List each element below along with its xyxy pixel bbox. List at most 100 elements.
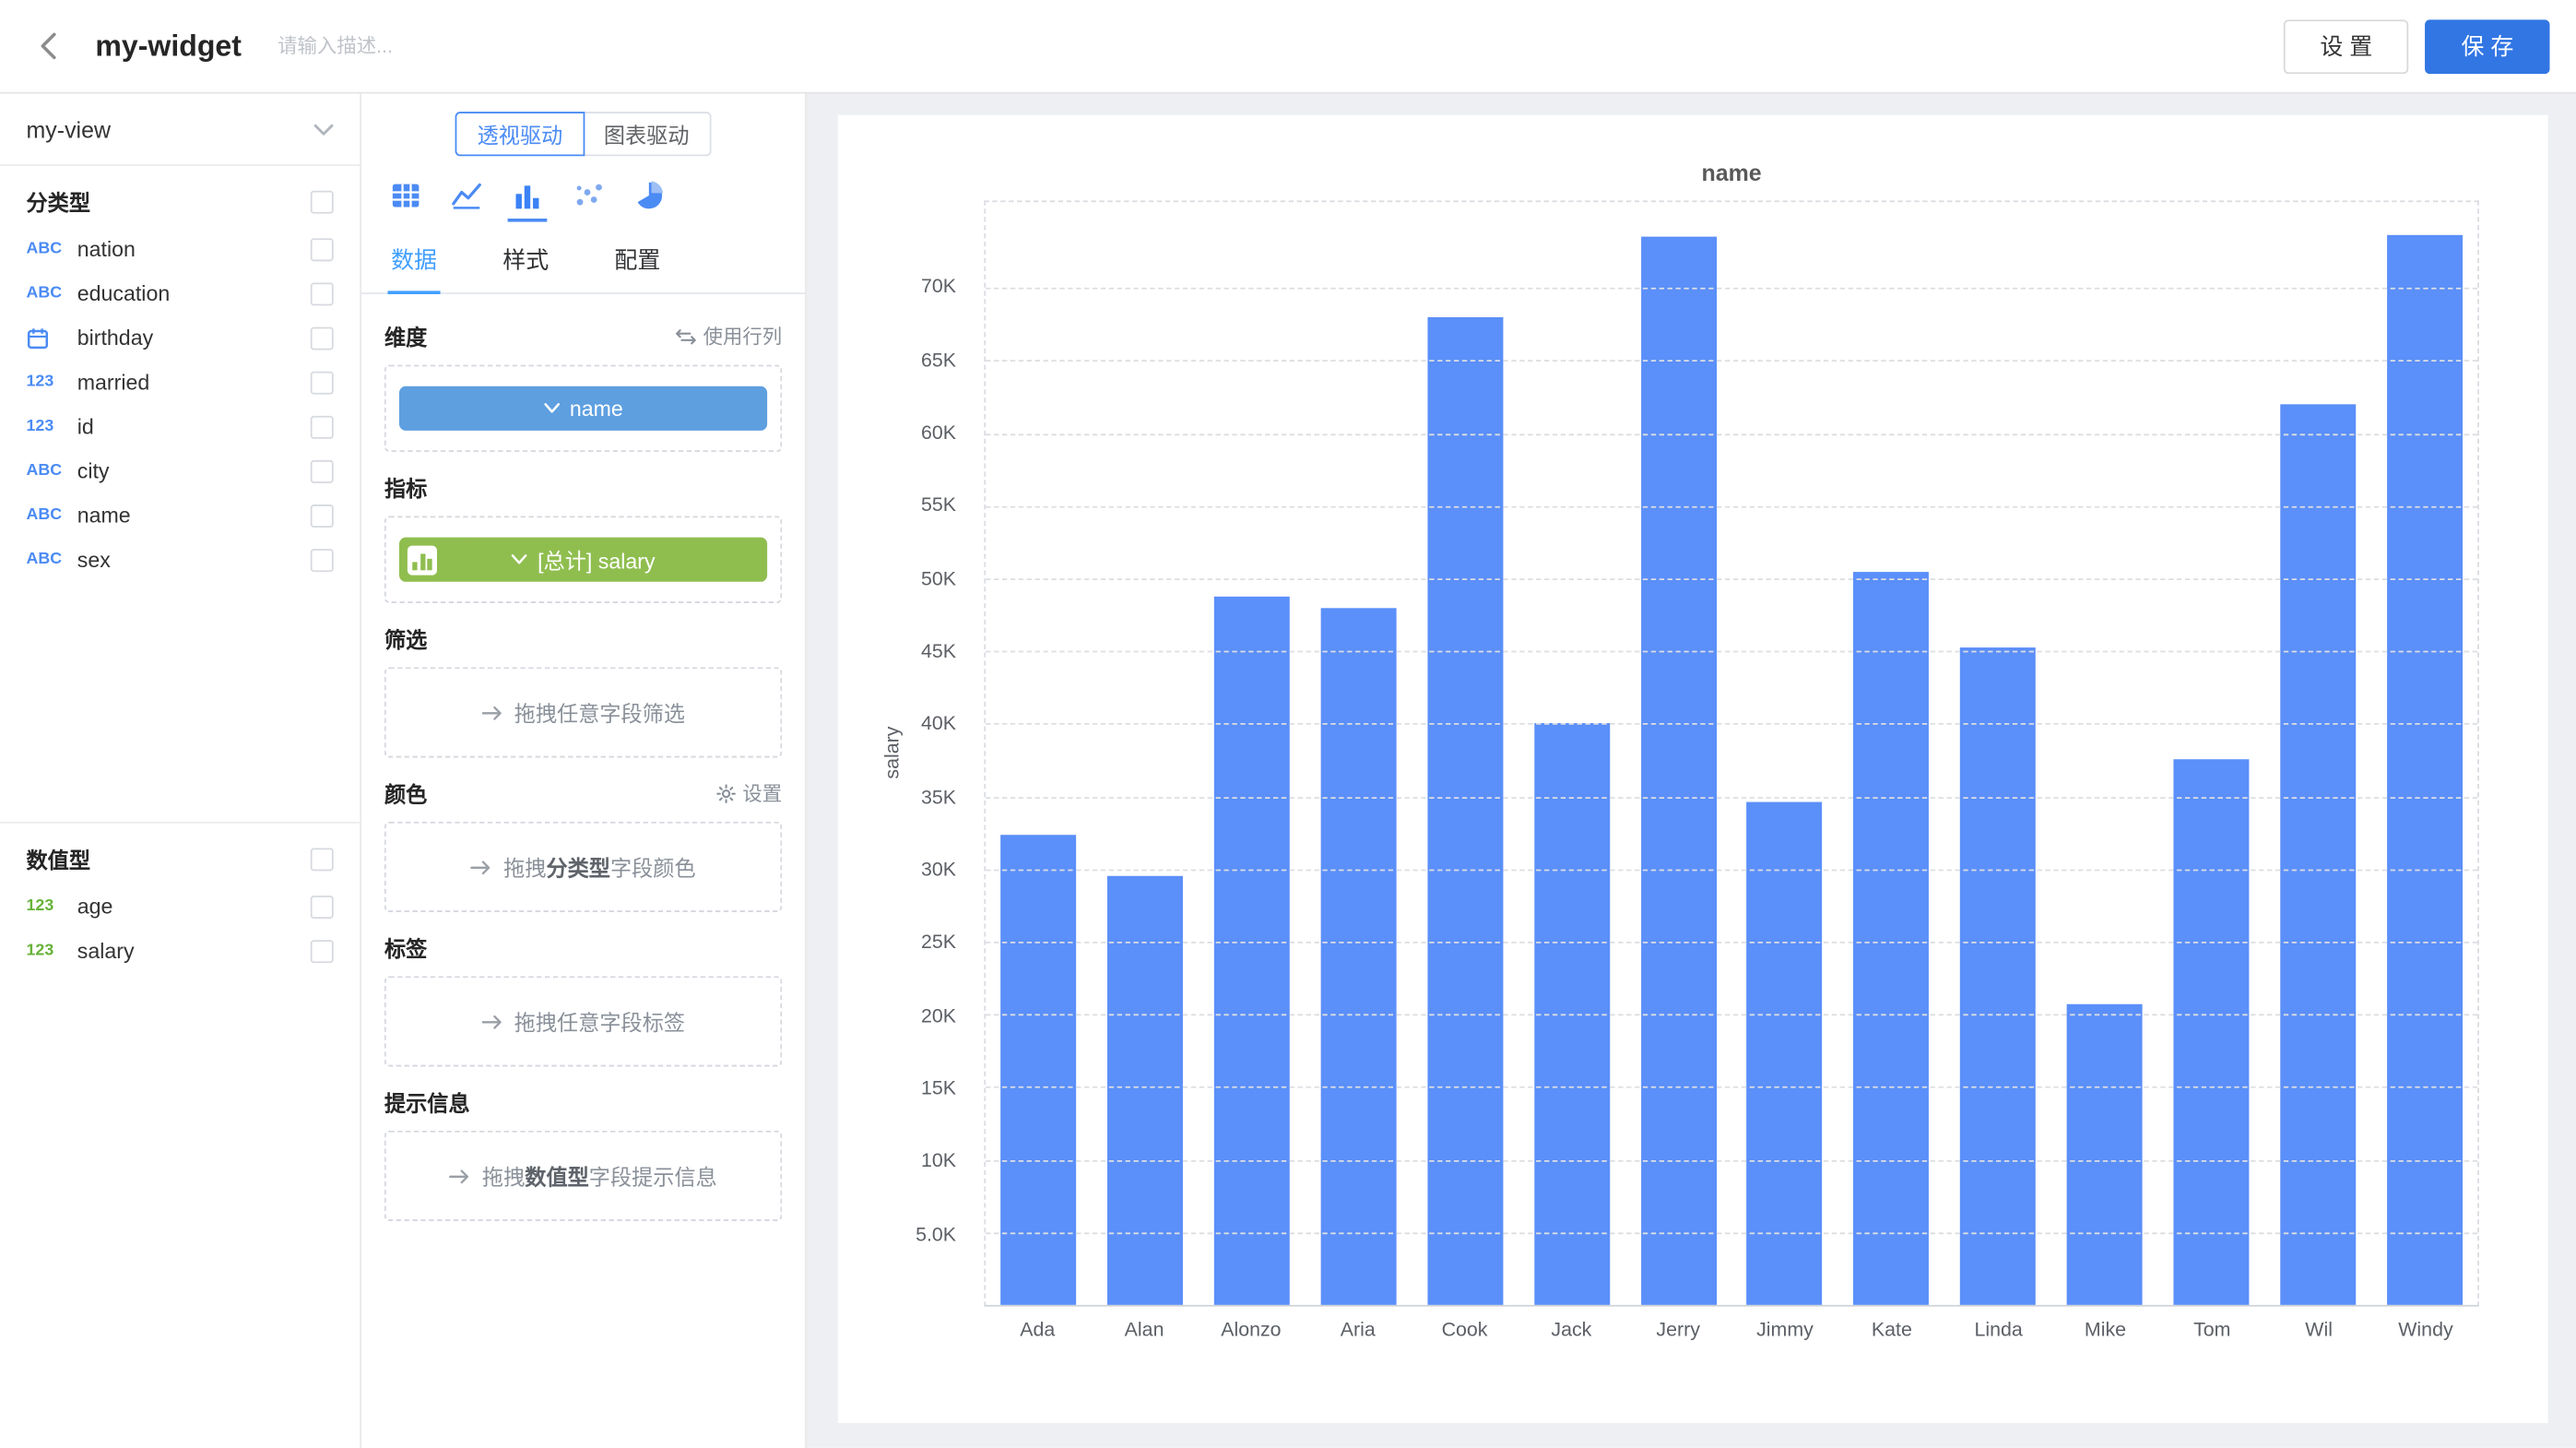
- field-checkbox[interactable]: [311, 939, 334, 962]
- tab-data[interactable]: 数据: [388, 229, 441, 294]
- bar-tom[interactable]: [2173, 759, 2249, 1305]
- bar-band: [2371, 202, 2478, 1305]
- chart-driver-button[interactable]: 图表驱动: [583, 112, 711, 156]
- tooltip-dropzone[interactable]: 拖拽数值型字段提示信息: [384, 1131, 782, 1221]
- settings-button[interactable]: 设 置: [2284, 18, 2408, 73]
- x-tick-label: Jimmy: [1731, 1318, 1838, 1341]
- arrow-right-icon: [449, 1168, 470, 1184]
- bar-band: [1944, 202, 2051, 1305]
- field-checkbox[interactable]: [311, 459, 334, 482]
- x-tick-label: Ada: [984, 1318, 1091, 1341]
- filter-row-label: 筛选: [384, 623, 782, 654]
- y-tick-label: 30K: [921, 858, 956, 881]
- tag-dropzone[interactable]: 拖拽任意字段标签: [384, 976, 782, 1066]
- tag-placeholder-text: 拖拽任意字段标签: [514, 1006, 685, 1038]
- bar-aria[interactable]: [1321, 608, 1397, 1305]
- x-tick-label: Wil: [2265, 1318, 2372, 1341]
- bar-alan[interactable]: [1107, 876, 1183, 1305]
- tab-config[interactable]: 配置: [611, 229, 664, 292]
- tab-style[interactable]: 样式: [500, 229, 552, 292]
- bar-band: [986, 202, 1093, 1305]
- field-checkbox[interactable]: [311, 371, 334, 394]
- field-name: married: [77, 370, 311, 395]
- description-input[interactable]: [278, 34, 639, 57]
- field-checkbox[interactable]: [311, 237, 334, 260]
- bar-linda[interactable]: [1960, 648, 2036, 1305]
- field-checkbox[interactable]: [311, 895, 334, 918]
- field-row-married[interactable]: 123 married: [0, 360, 360, 404]
- categorical-section-title: 分类型: [27, 185, 91, 217]
- tooltip-placeholder-text: 拖拽数值型字段提示信息: [482, 1160, 717, 1192]
- numeric-section-header: 数值型: [0, 824, 360, 884]
- field-checkbox[interactable]: [311, 504, 334, 527]
- field-row-id[interactable]: 123 id: [0, 404, 360, 448]
- field-row-city[interactable]: ABC city: [0, 448, 360, 493]
- categorical-section: 分类型 ABC nation ABC education: [0, 166, 360, 582]
- pivot-driver-button[interactable]: 透视驱动: [455, 112, 584, 156]
- bar-band: [2051, 202, 2158, 1305]
- field-checkbox[interactable]: [311, 282, 334, 305]
- color-placeholder: 拖拽分类型字段颜色: [470, 851, 695, 883]
- bar-kate[interactable]: [1853, 571, 1929, 1305]
- metric-chip-salary[interactable]: [总计] salary: [399, 538, 767, 582]
- x-tick-label: Kate: [1838, 1318, 1945, 1341]
- field-row-age[interactable]: 123 age: [0, 884, 360, 929]
- use-rows-cols-link[interactable]: 使用行列: [675, 322, 782, 350]
- color-dropzone[interactable]: 拖拽分类型字段颜色: [384, 822, 782, 912]
- bar-band: [2157, 202, 2264, 1305]
- tooltip-label: 提示信息: [384, 1086, 470, 1118]
- arrow-right-icon: [481, 1014, 502, 1030]
- metric-chip-label: [总计] salary: [538, 544, 655, 576]
- tag-label: 标签: [384, 932, 427, 963]
- line-chart-icon[interactable]: [448, 177, 484, 213]
- field-row-birthday[interactable]: birthday: [0, 315, 360, 360]
- bar-jerry[interactable]: [1640, 237, 1716, 1305]
- x-tick-label: Linda: [1945, 1318, 2052, 1341]
- field-checkbox[interactable]: [311, 415, 334, 438]
- bar-wil[interactable]: [2280, 404, 2356, 1305]
- dimension-dropzone[interactable]: name: [384, 365, 782, 452]
- bar-ada[interactable]: [1001, 836, 1077, 1305]
- field-row-salary[interactable]: 123 salary: [0, 929, 360, 973]
- bar-windy[interactable]: [2386, 235, 2462, 1304]
- gear-icon: [716, 783, 736, 802]
- dimension-label: 维度: [384, 320, 427, 351]
- field-checkbox[interactable]: [311, 326, 334, 350]
- filter-placeholder-text: 拖拽任意字段筛选: [514, 697, 685, 729]
- back-button[interactable]: [27, 23, 73, 69]
- filter-dropzone[interactable]: 拖拽任意字段筛选: [384, 667, 782, 757]
- field-row-education[interactable]: ABC education: [0, 271, 360, 315]
- bar-cook[interactable]: [1427, 317, 1503, 1305]
- dimension-chip-name[interactable]: name: [399, 386, 767, 431]
- field-row-sex[interactable]: ABC sex: [0, 538, 360, 582]
- gridline: [986, 942, 2477, 944]
- bar-band: [1412, 202, 1518, 1305]
- number-type-icon: 123: [27, 373, 77, 391]
- field-checkbox[interactable]: [311, 548, 334, 571]
- view-selector[interactable]: my-view: [0, 94, 360, 166]
- gridline: [986, 361, 2477, 362]
- bar-mike[interactable]: [2067, 1004, 2143, 1305]
- x-tick-label: Mike: [2052, 1318, 2159, 1341]
- save-button[interactable]: 保 存: [2425, 18, 2549, 73]
- bar-jimmy[interactable]: [1747, 802, 1823, 1305]
- bar-alonzo[interactable]: [1214, 598, 1290, 1305]
- header-actions: 设 置 保 存: [2284, 18, 2549, 73]
- field-name: salary: [77, 938, 311, 963]
- categorical-section-header: 分类型: [0, 166, 360, 227]
- numeric-select-all-checkbox[interactable]: [311, 848, 334, 871]
- text-type-icon: ABC: [27, 506, 77, 525]
- metric-dropzone[interactable]: [总计] salary: [384, 516, 782, 603]
- table-chart-icon[interactable]: [388, 177, 424, 213]
- pie-chart-icon[interactable]: [631, 177, 667, 213]
- bar-chart-icon[interactable]: [509, 177, 545, 213]
- scatter-chart-icon[interactable]: [570, 177, 606, 213]
- x-tick-label: Alan: [1091, 1318, 1198, 1341]
- chart-title: name: [984, 160, 2479, 186]
- field-row-name[interactable]: ABC name: [0, 493, 360, 538]
- field-row-nation[interactable]: ABC nation: [0, 227, 360, 271]
- field-name: city: [77, 458, 311, 483]
- categorical-select-all-checkbox[interactable]: [311, 190, 334, 213]
- color-settings-link[interactable]: 设置: [716, 779, 782, 807]
- chevron-down-icon: [313, 123, 333, 136]
